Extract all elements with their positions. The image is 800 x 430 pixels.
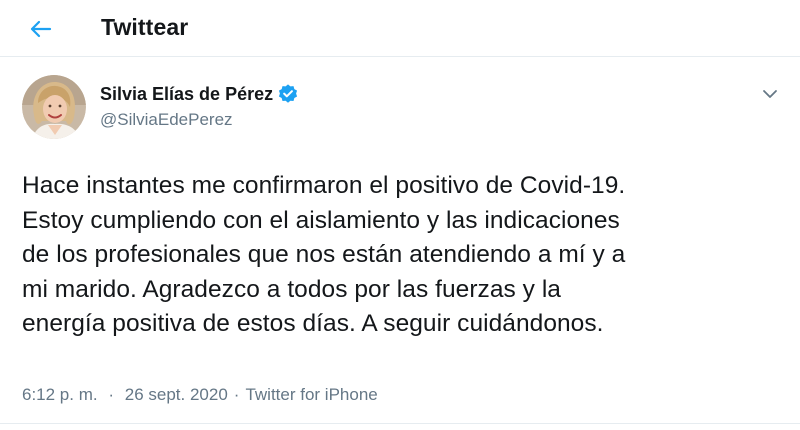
avatar[interactable] [22,75,86,139]
chevron-down-icon [763,90,777,98]
tweet-timestamp[interactable]: 6:12 p. m. · 26 sept. 2020 [22,385,228,405]
author-name-text: Silvia Elías de Pérez [100,83,274,104]
tweet-date: 26 sept. 2020 [124,385,228,404]
page-title: Twittear [101,14,189,40]
tweet-metadata: 6:12 p. m. · 26 sept. 2020 · Twitter for… [22,385,378,405]
profile-photo [22,75,86,139]
tweet-line: Hace instantes me confirmaron el positiv… [22,172,626,199]
meta-separator: · [108,385,115,404]
back-button[interactable] [22,12,60,46]
tweet-text: Hace instantes me confirmaron el positiv… [22,169,792,342]
author-handle[interactable]: @SilviaEdePerez [100,110,233,130]
divider [0,423,800,424]
tweet-line: energía positiva de estos días. A seguir… [22,310,604,337]
arrow-left-icon [30,20,52,38]
tweet-source-link[interactable]: Twitter for iPhone [245,385,377,405]
tweet-time: 6:12 p. m. [22,385,98,404]
author-name[interactable]: Silvia Elías de Pérez [100,83,299,105]
verified-badge-icon [277,83,299,105]
meta-separator: · [233,385,240,404]
tweet-line: de los profesionales que nos están atend… [22,241,626,268]
tweet-line: Estoy cumpliendo con el aislamiento y la… [22,206,620,234]
top-bar: Twittear [0,0,800,57]
tweet-line: mi marido. Agradezco a todos por las fue… [22,275,561,303]
more-options-button[interactable] [756,80,784,108]
